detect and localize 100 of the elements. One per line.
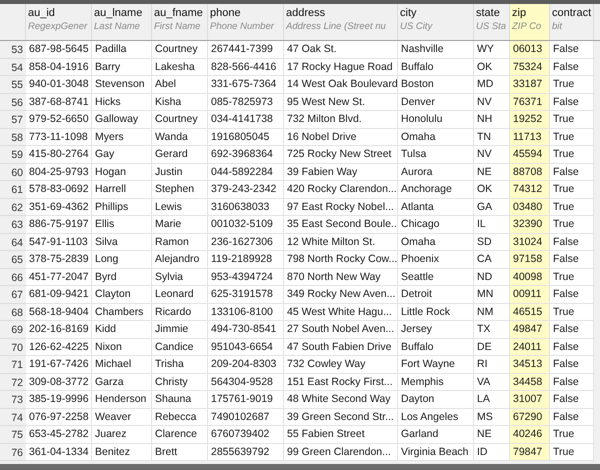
table-cell: Brett [152, 444, 208, 461]
table-cell: Lewis [152, 198, 208, 216]
table-cell: Ellis [92, 216, 152, 234]
table-cell: Phoenix [398, 251, 474, 268]
table-cell: MN [474, 286, 510, 304]
table-cell: 773-11-1098 [26, 128, 92, 146]
table-cell: 46515 [510, 304, 550, 321]
table-cell: 97158 [510, 251, 550, 268]
table-cell: TX [474, 321, 510, 338]
table-cell: 378-75-2839 [26, 251, 92, 268]
table-cell: NE [474, 426, 510, 444]
table-cell: Tulsa [398, 146, 474, 164]
table-cell: 119-2189928 [208, 251, 284, 268]
row-number: 58 [0, 128, 26, 146]
table-cell: 49847 [510, 321, 550, 338]
table-cell: Little Rock [398, 304, 474, 321]
column-header[interactable]: address Address Line (Street nu [284, 4, 398, 40]
table-cell: Courtney [152, 111, 208, 128]
table-cell: 385-19-9996 [26, 391, 92, 408]
table-cell: Shauna [152, 391, 208, 408]
table-cell: 870 North New Way [284, 268, 398, 286]
table-cell: 209-204-8303 [208, 356, 284, 374]
table-cell: 39 Fabien Way [284, 164, 398, 181]
table-cell: 236-1627306 [208, 234, 284, 251]
table-cell: Stevenson [92, 76, 152, 94]
table-cell: 47 South Fabien Drive [284, 338, 398, 356]
table-cell: 494-730-8541 [208, 321, 284, 338]
table-cell: 31024 [510, 234, 550, 251]
table-cell: Marie [152, 216, 208, 234]
column-header[interactable]: zip ZIP Co [510, 4, 550, 40]
table-cell: Rebecca [152, 408, 208, 426]
table-cell: 6760739402 [208, 426, 284, 444]
table-cell: Nixon [92, 338, 152, 356]
table-cell: DE [474, 338, 510, 356]
row-number: 72 [0, 374, 26, 391]
column-header[interactable]: au_id RegexpGener [26, 4, 92, 40]
row-number: 54 [0, 58, 26, 76]
column-header[interactable]: phone Phone Number [208, 4, 284, 40]
table-cell: 03480 [510, 198, 550, 216]
column-header[interactable]: state US Sta [474, 4, 510, 40]
table-cell: 732 Milton Blvd. [284, 111, 398, 128]
table-cell: 74312 [510, 181, 550, 198]
table-cell: True [550, 216, 594, 234]
table-cell: 351-69-4362 [26, 198, 92, 216]
table-cell: 653-45-2782 [26, 426, 92, 444]
table-cell: 95 West New St. [284, 94, 398, 111]
table-cell: False [550, 374, 594, 391]
table-cell: 16 Nobel Drive [284, 128, 398, 146]
table-cell: 2855639792 [208, 444, 284, 461]
row-number: 70 [0, 338, 26, 356]
table-cell: NH [474, 111, 510, 128]
table-cell: 12 White Milton St. [284, 234, 398, 251]
table-cell: Chicago [398, 216, 474, 234]
table-cell: Henderson [92, 391, 152, 408]
table-cell: Chambers [92, 304, 152, 321]
table-cell: 451-77-2047 [26, 268, 92, 286]
table-cell: Garland [398, 426, 474, 444]
table-cell: OK [474, 58, 510, 76]
table-cell: 349 Rocky New Aven... [284, 286, 398, 304]
row-number: 74 [0, 408, 26, 426]
table-cell: Gerard [152, 146, 208, 164]
table-cell: 31007 [510, 391, 550, 408]
column-header[interactable]: au_lname Last Name [92, 4, 152, 40]
table-cell: IL [474, 216, 510, 234]
table-cell: Fort Wayne [398, 356, 474, 374]
table-cell: 681-09-9421 [26, 286, 92, 304]
table-cell: TN [474, 128, 510, 146]
table-cell: Barry [92, 58, 152, 76]
table-cell: Hogan [92, 164, 152, 181]
table-cell: 953-4394724 [208, 268, 284, 286]
table-cell: Jersey [398, 321, 474, 338]
table-cell: True [550, 128, 594, 146]
table-cell: Byrd [92, 268, 152, 286]
table-cell: Michael [92, 356, 152, 374]
table-cell: 886-75-9197 [26, 216, 92, 234]
table-cell: NM [474, 304, 510, 321]
table-cell: 076-97-2258 [26, 408, 92, 426]
table-cell: 202-16-8169 [26, 321, 92, 338]
column-header[interactable]: city US City [398, 4, 474, 40]
table-cell: False [550, 321, 594, 338]
table-cell: Denver [398, 94, 474, 111]
column-header[interactable]: contract bit [550, 4, 594, 40]
table-cell: 3160638033 [208, 198, 284, 216]
row-number: 56 [0, 94, 26, 111]
table-cell: ID [474, 444, 510, 461]
table-cell: VA [474, 374, 510, 391]
table-cell: 267441-7399 [208, 41, 284, 58]
table-cell: Benitez [92, 444, 152, 461]
column-header[interactable]: au_fname First Name [152, 4, 208, 40]
table-cell: Christy [152, 374, 208, 391]
table-cell: False [550, 164, 594, 181]
table-cell: Myers [92, 128, 152, 146]
table-cell: Anchorage [398, 181, 474, 198]
table-cell: 420 Rocky Clarendon... [284, 181, 398, 198]
table-cell: True [550, 181, 594, 198]
table-cell: 547-91-1103 [26, 234, 92, 251]
table-cell: 35 East Second Boule... [284, 216, 398, 234]
table-cell: WY [474, 41, 510, 58]
table-cell: 725 Rocky New Street [284, 146, 398, 164]
table-cell: Buffalo [398, 338, 474, 356]
